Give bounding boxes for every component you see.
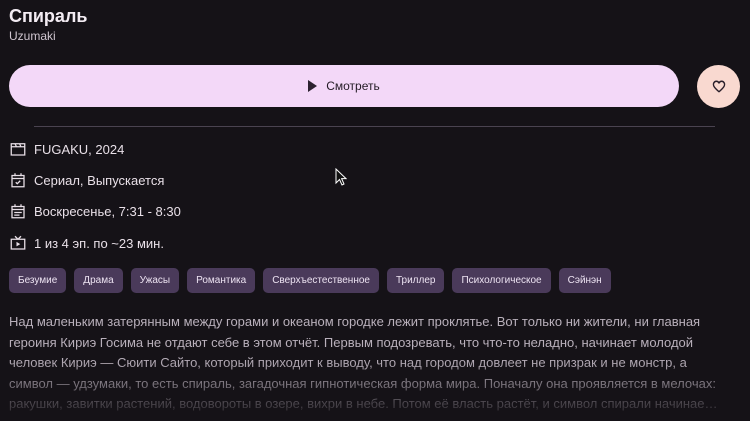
divider (34, 126, 715, 127)
genre-tag[interactable]: Ужасы (130, 268, 180, 293)
description[interactable]: Над маленьким затерянным между горами и … (9, 312, 739, 415)
genre-tag[interactable]: Триллер (386, 268, 445, 293)
tv-play-icon (10, 235, 26, 250)
genre-tag[interactable]: Драма (74, 268, 123, 293)
original-title: Uzumaki (9, 29, 56, 43)
info-text: 1 из 4 эп. по ~23 мин. (34, 235, 164, 251)
genre-tag[interactable]: Сверхъестественное (263, 268, 379, 293)
info-status: Сериал, Выпускается (9, 171, 164, 189)
play-icon (308, 80, 318, 92)
watch-button-label: Смотреть (326, 79, 380, 93)
watch-button[interactable]: Смотреть (9, 65, 679, 107)
info-text: Воскресенье, 7:31 - 8:30 (34, 203, 181, 219)
info-schedule: Воскресенье, 7:31 - 8:30 (9, 202, 181, 220)
description-line: человек Кириэ — Сюити Сайто, который при… (9, 355, 687, 370)
calendar-schedule-icon (11, 204, 25, 219)
genre-tags: Безумие Драма Ужасы Романтика Сверхъесте… (9, 268, 611, 293)
mouse-cursor-icon (335, 168, 347, 186)
heart-icon (712, 80, 725, 93)
calendar-check-icon (11, 173, 25, 188)
favorite-button[interactable] (697, 65, 740, 108)
description-line: ракушки, завитки растений, водовороты в … (9, 396, 718, 411)
genre-tag[interactable]: Романтика (187, 268, 256, 293)
info-episodes: 1 из 4 эп. по ~23 мин. (9, 234, 164, 252)
page-title: Спираль (9, 6, 88, 26)
info-text: Сериал, Выпускается (34, 172, 165, 188)
description-line: героиня Кириэ Госима не отдают себе в эт… (9, 334, 694, 350)
info-text: FUGAKU, 2024 (34, 141, 125, 157)
description-line: Над маленьким затерянным между горами и … (9, 314, 701, 329)
genre-tag[interactable]: Психологическое (452, 268, 551, 293)
description-line: символ — удзумаки, то есть спираль, зага… (9, 375, 716, 391)
info-studio-year: FUGAKU, 2024 (9, 140, 124, 158)
genre-tag[interactable]: Сэйнэн (558, 268, 611, 293)
clapperboard-icon (10, 143, 26, 156)
genre-tag[interactable]: Безумие (9, 268, 67, 293)
